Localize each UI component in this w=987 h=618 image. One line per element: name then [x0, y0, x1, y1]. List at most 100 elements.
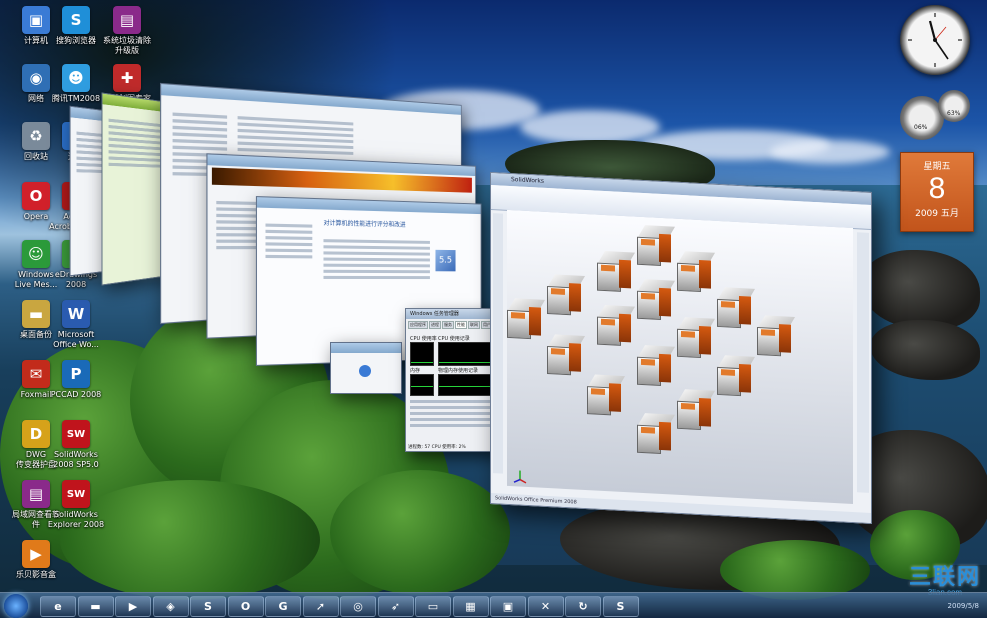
axis-triad-icon: [513, 468, 527, 484]
desktop-icon-label: 乐贝影音盒: [16, 570, 56, 579]
solidworks-left-toolbar[interactable]: [493, 213, 503, 474]
word-icon: W: [62, 300, 90, 328]
model-part: [676, 317, 716, 359]
calendar-gadget[interactable]: 星期五 8 2009 五月: [900, 152, 974, 232]
task-manager-tabs: 应用程序 进程 服务 性能 联网 用户: [406, 319, 498, 331]
desktop-icon-label: PCCAD 2008: [50, 390, 102, 399]
taskbar-button[interactable]: ◈: [152, 596, 189, 617]
cpu-history-label: CPU 使用记录: [438, 336, 470, 342]
close-x-icon: ✕: [540, 600, 551, 613]
tm2008-icon: ☻: [62, 64, 90, 92]
calendar-year-month: 2009 五月: [915, 209, 959, 219]
network-tool-icon: ◈: [166, 600, 175, 613]
taskbar-button[interactable]: ➶: [377, 596, 414, 617]
cpu-usage-label: CPU 使用率: [410, 336, 437, 342]
model-part: [636, 225, 676, 266]
taskbar-button[interactable]: ▭: [415, 596, 451, 617]
taskbar-button[interactable]: S: [602, 596, 639, 617]
media-box-icon: ▶: [22, 540, 50, 568]
solidworks-window[interactable]: SolidWorks SolidWorks Office Premium 200…: [490, 171, 872, 525]
model-part: [636, 413, 676, 454]
pccad-icon: P: [62, 360, 90, 388]
cpu-history-graph: [438, 342, 494, 366]
memory-value: 63%: [947, 110, 961, 117]
monitor-icon: ▭: [427, 600, 439, 613]
opera-icon: O: [240, 600, 251, 613]
model-part: [716, 355, 756, 397]
sogou-browser-icon: S: [204, 600, 212, 613]
taskbar-button[interactable]: ▣: [490, 596, 526, 617]
taskbar: e ▬ ▶ ◈ S O G ➚ ◎ ➶ ▭ ▦ ▣ ✕ ↻ S 2009/5/8: [0, 592, 987, 618]
clock-gadget[interactable]: [900, 5, 970, 75]
model-part: [546, 274, 586, 316]
winrar-icon: ▤: [113, 6, 141, 34]
task-manager-tab[interactable]: 服务: [442, 321, 454, 329]
desktop-icon[interactable]: ▶ 乐贝影音盒: [4, 540, 68, 580]
cpu-value: 06%: [914, 124, 928, 131]
taskbar-button[interactable]: ↻: [565, 596, 601, 617]
desktop-icon-label: 系统垃圾清除 升级版: [103, 36, 151, 55]
tray-date: 2009/5/8: [947, 602, 979, 610]
cad-tool-icon: ✚: [113, 64, 141, 92]
desktop-icon[interactable]: ▤ 系统垃圾清除 升级版: [95, 6, 159, 56]
watermark-brand: 三联网: [908, 564, 981, 589]
desktop-icon-label: SolidWorks 2008 SP5.0: [53, 450, 99, 469]
taskbar-button[interactable]: ➚: [302, 596, 339, 617]
memory-label: 内存: [410, 368, 421, 374]
taskbar-button[interactable]: S: [190, 596, 226, 617]
task-manager-tab[interactable]: 应用程序: [408, 321, 428, 329]
task-manager-tab[interactable]: 联网: [468, 321, 480, 329]
clock-face-icon: [908, 13, 962, 67]
calendar-weekday: 星期五: [923, 162, 951, 172]
desktop-icon-label: Microsoft Office Wo...: [53, 330, 99, 349]
model-part: [636, 279, 676, 320]
desktop-icon[interactable]: SW SolidWorks Explorer 2008: [44, 480, 108, 530]
model-part: [546, 334, 586, 376]
task-manager-tab[interactable]: 性能: [455, 321, 467, 329]
dialog-icon: [359, 365, 371, 377]
task-manager-status: 进程数: 57 CPU 使用率: 2%: [408, 445, 466, 450]
memory-graph: [410, 374, 434, 396]
sogou-input-icon: S: [616, 600, 625, 613]
taskbar-button[interactable]: ✕: [527, 596, 564, 617]
model-part: [596, 251, 636, 292]
task-manager-tab[interactable]: 进程: [429, 321, 441, 329]
app-icon: ◎: [353, 600, 363, 613]
cad-icon: G: [278, 600, 288, 613]
taskbar-button[interactable]: ◎: [340, 596, 376, 617]
solidworks-model-canvas[interactable]: [506, 209, 853, 505]
model-part: [596, 305, 636, 346]
swirl-icon: ➚: [315, 600, 326, 613]
desktop-icon[interactable]: W Microsoft Office Wo...: [44, 300, 108, 350]
task-manager-window[interactable]: Windows 任务管理器 应用程序 进程 服务 性能 联网 用户 CPU 使用率 CPU…: [405, 308, 499, 452]
model-part: [636, 345, 676, 386]
calendar-day: 8: [928, 172, 946, 205]
start-button[interactable]: [4, 594, 28, 618]
taskbar-button[interactable]: ▦: [452, 596, 489, 617]
performance-heading: 对计算机的性能进行评分和改进: [323, 219, 406, 229]
taskbar-button[interactable]: O: [227, 596, 264, 617]
taskbar-button[interactable]: e: [40, 596, 76, 617]
taskbar-button[interactable]: ▬: [77, 596, 114, 617]
sw-explorer-icon: SW: [62, 480, 90, 508]
model-part: [676, 251, 716, 293]
solidworks-right-toolbar[interactable]: [857, 232, 869, 493]
task-manager-icon: ▦: [465, 600, 476, 613]
folder-icon: ▬: [90, 600, 101, 613]
flip3d-window-small[interactable]: [330, 342, 402, 394]
ie-icon: e: [54, 600, 62, 613]
model-part: [586, 374, 626, 416]
solidworks-icon: SW: [62, 420, 90, 448]
cpu-meter-gadget[interactable]: 06% 63%: [900, 90, 972, 142]
refresh-icon: ↻: [578, 600, 588, 613]
desktop-icon[interactable]: P PCCAD 2008: [44, 360, 108, 400]
system-tray[interactable]: 2009/5/8: [948, 595, 979, 611]
bird-icon: ➶: [390, 600, 401, 613]
sogou-browser-icon: S: [62, 6, 90, 34]
model-part: [756, 315, 796, 357]
desktop-icon[interactable]: SW SolidWorks 2008 SP5.0: [44, 420, 108, 470]
media-player-icon: ▶: [128, 600, 138, 613]
taskbar-button[interactable]: G: [265, 596, 301, 617]
taskbar-button[interactable]: ▶: [115, 596, 151, 617]
model-part: [716, 287, 756, 329]
